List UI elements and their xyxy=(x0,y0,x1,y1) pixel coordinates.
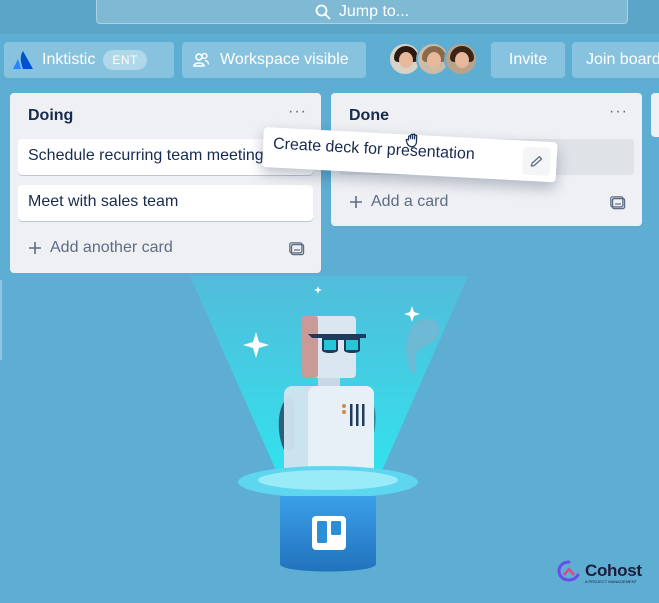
divider xyxy=(0,280,2,360)
people-icon xyxy=(193,52,210,67)
card-template-icon[interactable] xyxy=(289,242,305,256)
edit-card-button[interactable] xyxy=(521,146,552,177)
list-doing: Doing ··· Schedule recurring team meetin… xyxy=(10,93,321,273)
visibility-label: Workspace visible xyxy=(220,51,349,68)
pencil-icon xyxy=(530,156,543,167)
board-members xyxy=(388,42,478,78)
search-label: Jump to... xyxy=(338,2,410,20)
avatar-face xyxy=(455,52,469,68)
brand-tagline: A PROJECT MANAGEMENT xyxy=(585,579,637,584)
plus-icon xyxy=(350,196,362,208)
jump-to-search[interactable]: Jump to... xyxy=(96,0,628,24)
card-template-icon[interactable] xyxy=(610,196,626,210)
join-board-button[interactable]: Join board xyxy=(572,42,659,78)
avatar-face xyxy=(399,52,413,68)
invite-button[interactable]: Invite xyxy=(491,42,565,78)
card-title: Create deck for presentation xyxy=(272,135,476,164)
avatar-face xyxy=(427,52,441,68)
cohost-logo-icon xyxy=(557,560,580,582)
top-bar: Jump to... xyxy=(0,0,659,34)
list-title: Done xyxy=(349,107,389,124)
list-title: Doing xyxy=(28,107,74,124)
workspace-button[interactable]: Inktistic ENT xyxy=(4,42,174,78)
board-header: Inktistic ENT Workspace visible Invite J… xyxy=(0,40,659,80)
enterprise-badge: ENT xyxy=(103,50,147,70)
add-card-label: Add a card xyxy=(371,193,449,210)
magic-hat-robot-illustration xyxy=(190,276,468,572)
search-icon xyxy=(315,4,331,19)
list-partial xyxy=(651,93,659,137)
atlassian-logo-icon xyxy=(13,51,33,69)
grab-hand-icon xyxy=(405,133,418,148)
list-menu-button[interactable]: ··· xyxy=(609,103,628,121)
add-card-button[interactable]: Add another card xyxy=(28,239,173,257)
plus-icon xyxy=(29,242,41,254)
add-card-label: Add another card xyxy=(50,239,173,256)
visibility-button[interactable]: Workspace visible xyxy=(182,42,366,78)
add-card-button[interactable]: Add a card xyxy=(349,193,448,211)
brand-name: Cohost xyxy=(585,561,642,580)
cohost-watermark: Cohost A PROJECT MANAGEMENT xyxy=(557,560,642,584)
avatar[interactable] xyxy=(444,42,478,76)
card[interactable]: Meet with sales team xyxy=(18,185,313,221)
list-menu-button[interactable]: ··· xyxy=(288,103,307,121)
workspace-name: Inktistic xyxy=(42,51,96,68)
